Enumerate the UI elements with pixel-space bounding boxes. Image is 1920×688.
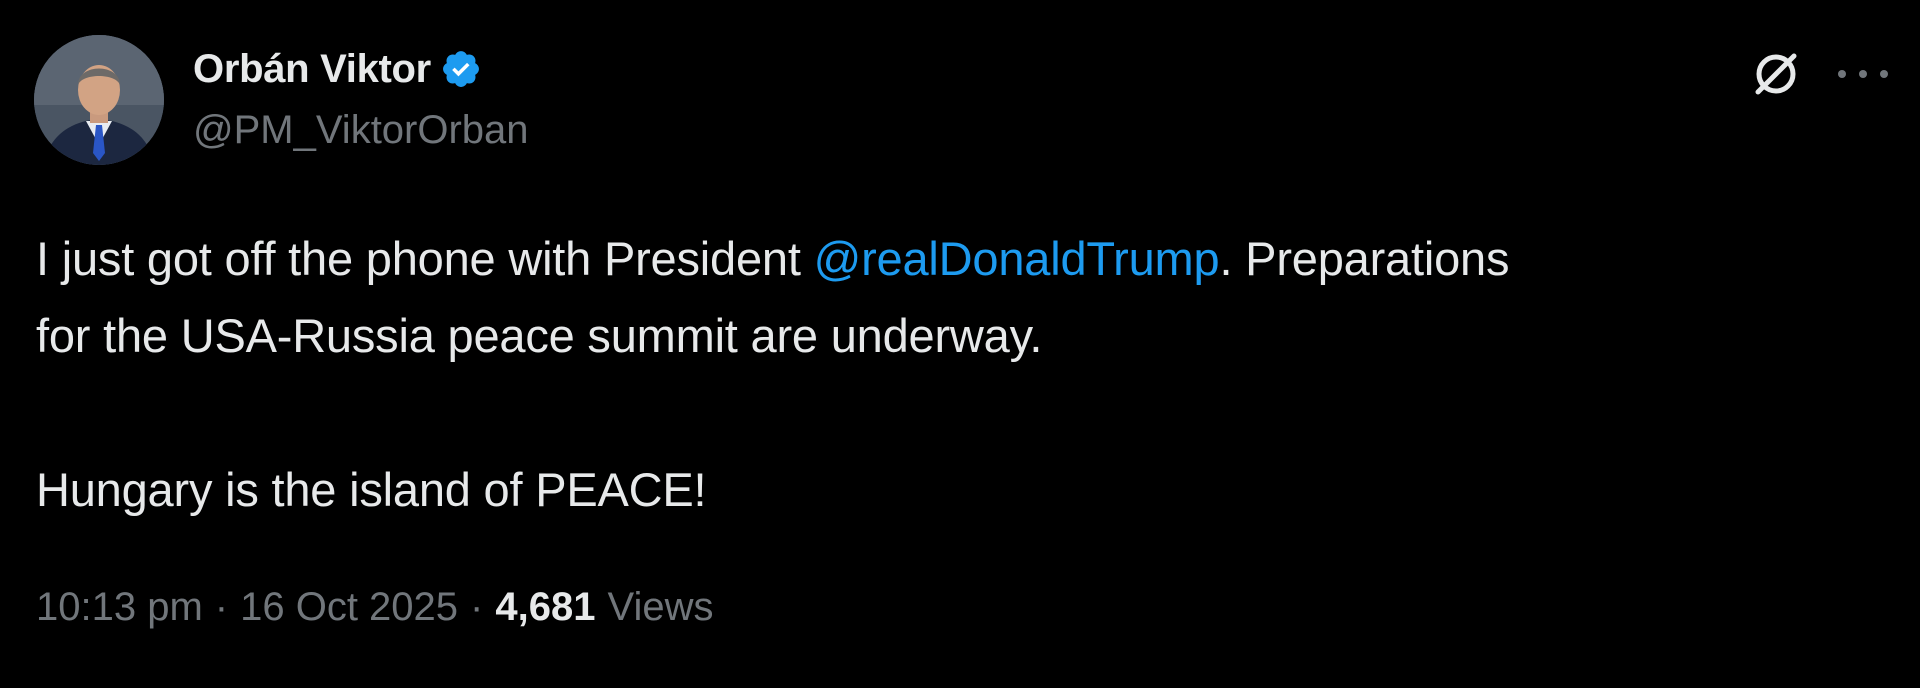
tweet-time[interactable]: 10:13 pm bbox=[36, 585, 203, 630]
tweet-line-1-start: I just got off the phone with President bbox=[36, 232, 814, 285]
tweet-line-2: for the USA-Russia peace summit are unde… bbox=[36, 309, 1043, 362]
meta-separator: · bbox=[214, 585, 229, 629]
tweet-line-1-end: . Preparations bbox=[1219, 232, 1510, 285]
tweet-meta: 10:13 pm · 16 Oct 2025 · 4,681 Views bbox=[36, 585, 713, 630]
tweet-card: Orbán Viktor @PM_ViktorOrban I just got … bbox=[0, 0, 1920, 688]
tweet-date[interactable]: 16 Oct 2025 bbox=[240, 585, 458, 630]
author-handle[interactable]: @PM_ViktorOrban bbox=[193, 108, 529, 153]
avatar[interactable] bbox=[34, 35, 164, 165]
author-display-name[interactable]: Orbán Viktor bbox=[193, 47, 431, 92]
author-name-row: Orbán Viktor bbox=[193, 44, 482, 94]
more-dot bbox=[1859, 70, 1867, 78]
tweet-text: I just got off the phone with President … bbox=[36, 220, 1886, 528]
more-dot bbox=[1838, 70, 1846, 78]
grok-icon[interactable] bbox=[1748, 46, 1804, 102]
views-count: 4,681 bbox=[495, 585, 596, 629]
avatar-image bbox=[34, 35, 164, 165]
tweet-line-1: I just got off the phone with President … bbox=[36, 220, 1886, 297]
views-label: Views bbox=[607, 585, 714, 629]
more-options-icon[interactable] bbox=[1838, 56, 1888, 92]
more-dot bbox=[1880, 70, 1888, 78]
mention-link[interactable]: @realDonaldTrump bbox=[814, 232, 1220, 285]
verified-badge-icon[interactable] bbox=[440, 48, 482, 90]
tweet-line-3: Hungary is the island of PEACE! bbox=[36, 463, 707, 516]
meta-separator: · bbox=[470, 585, 484, 629]
